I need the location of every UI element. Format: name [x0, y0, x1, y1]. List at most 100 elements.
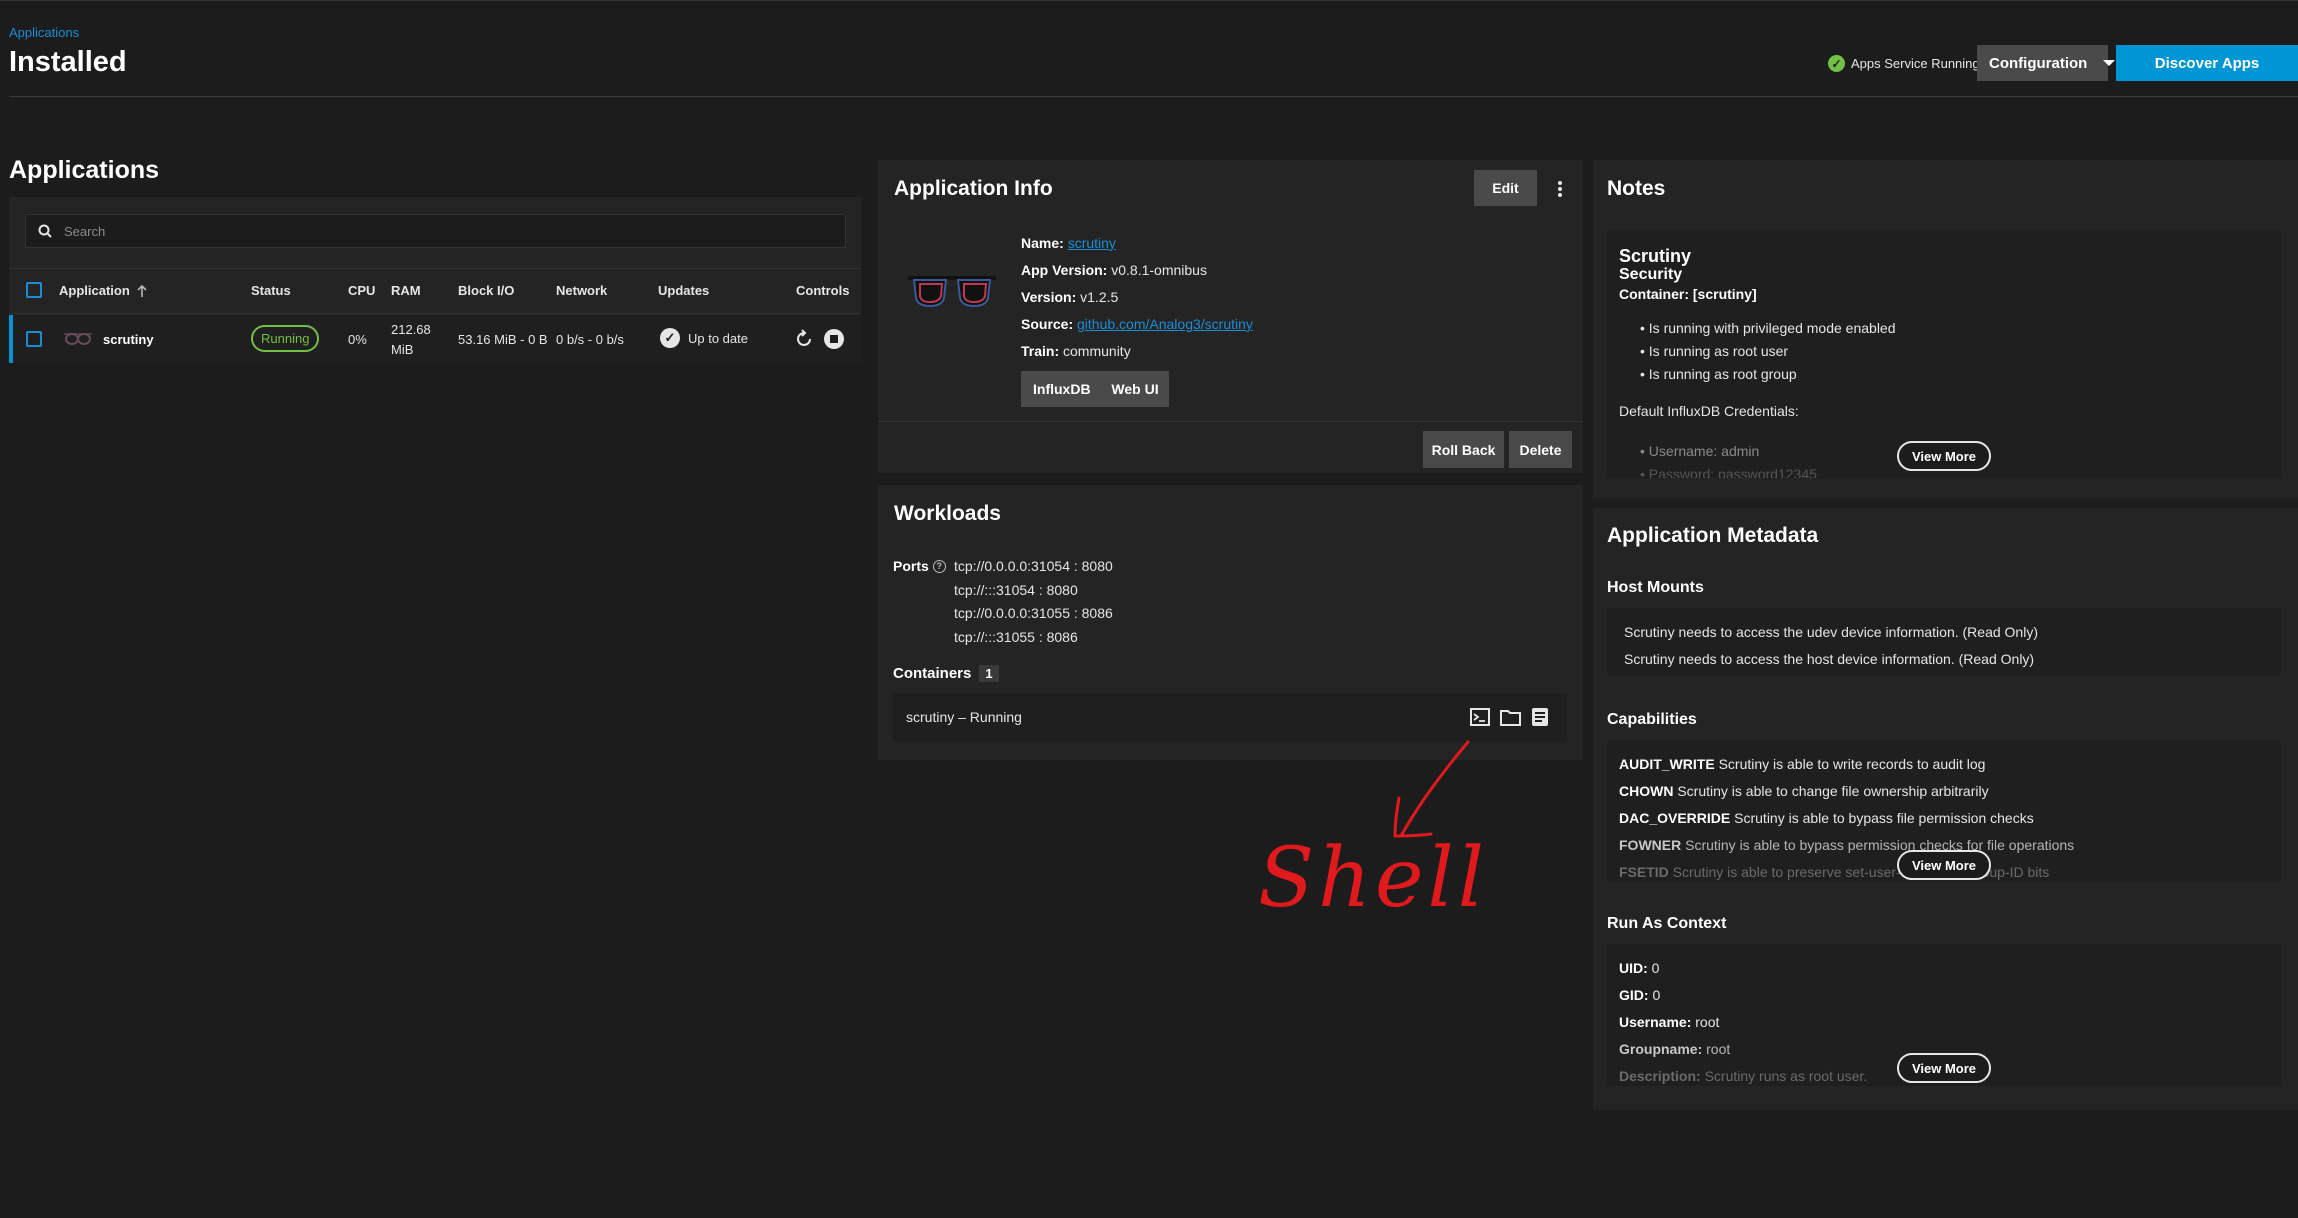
- source-row: Source: github.com/Analog3/scrutiny: [1021, 316, 1253, 332]
- gid-row: GID: 0: [1619, 987, 1661, 1003]
- app-name: scrutiny: [103, 332, 154, 347]
- column-network[interactable]: Network: [556, 283, 607, 298]
- page-title: Installed: [9, 46, 127, 78]
- capability-item: AUDIT_WRITE Scrutiny is able to write re…: [1619, 756, 1986, 772]
- name-link[interactable]: scrutiny: [1068, 235, 1116, 251]
- capabilities-title: Capabilities: [1607, 711, 1697, 728]
- webui-portal-button[interactable]: Web UI: [1101, 371, 1169, 407]
- column-cpu[interactable]: CPU: [348, 283, 375, 298]
- container-name-status: scrutiny – Running: [906, 709, 1022, 725]
- column-status[interactable]: Status: [251, 283, 291, 298]
- port-entry: tcp://0.0.0.0:31055 : 8086: [954, 605, 1113, 621]
- search-input[interactable]: Search: [25, 214, 846, 248]
- search-placeholder: Search: [64, 223, 106, 239]
- groupname-row: Groupname: root: [1619, 1041, 1731, 1057]
- train-value: community: [1063, 343, 1131, 359]
- card-divider: [878, 421, 1583, 422]
- search-icon: [38, 224, 52, 238]
- block-io-value: 53.16 MiB - 0 B: [458, 332, 548, 347]
- port-entry: tcp://:::31054 : 8080: [954, 582, 1078, 598]
- updates-label: Up to date: [688, 330, 748, 346]
- capability-item: DAC_OVERRIDE Scrutiny is able to bypass …: [1619, 810, 2034, 826]
- more-vert-icon[interactable]: [1552, 178, 1568, 200]
- edit-button[interactable]: Edit: [1474, 170, 1537, 206]
- stop-icon[interactable]: [823, 328, 845, 350]
- containers-label: Containers: [893, 665, 972, 682]
- description-row: Description: Scrutiny runs as root user.: [1619, 1068, 1868, 1084]
- restart-icon[interactable]: [793, 328, 815, 350]
- shell-icon[interactable]: [1470, 708, 1490, 726]
- host-mount-item: Scrutiny needs to access the udev device…: [1624, 624, 2038, 640]
- host-mounts-title: Host Mounts: [1607, 579, 1704, 596]
- check-circle-icon: ✓: [660, 328, 680, 348]
- folder-icon[interactable]: [1500, 708, 1521, 726]
- ram-unit: MiB: [391, 342, 414, 357]
- service-status: ✓ Apps Service Running: [1828, 55, 1980, 72]
- configuration-label: Configuration: [1989, 54, 2088, 72]
- ports-label: Ports: [893, 558, 929, 574]
- host-mount-item: Scrutiny needs to access the host device…: [1624, 651, 2035, 667]
- column-controls: Controls: [796, 283, 850, 298]
- notes-security-heading: Security: [1619, 266, 1683, 283]
- version-row: Version: v1.2.5: [1021, 289, 1118, 305]
- column-application-label: Application: [59, 283, 130, 298]
- source-link[interactable]: github.com/Analog3/scrutiny: [1077, 316, 1253, 332]
- port-entry: tcp://0.0.0.0:31054 : 8080: [954, 558, 1113, 574]
- run-as-view-more-button[interactable]: View More: [1897, 1053, 1991, 1083]
- status-badge: Running: [251, 325, 320, 352]
- notes-title: Notes: [1607, 177, 1666, 200]
- header-divider: [9, 96, 2298, 97]
- notes-bullet: • Is running with privileged mode enable…: [1640, 320, 1896, 336]
- ports-heading: Ports ?: [893, 558, 946, 574]
- discover-apps-button[interactable]: Discover Apps: [2116, 45, 2298, 81]
- run-as-title: Run As Context: [1607, 915, 1727, 932]
- select-all-checkbox[interactable]: [26, 282, 42, 298]
- app-logo-icon: [64, 333, 92, 345]
- breadcrumb[interactable]: Applications: [9, 25, 79, 40]
- column-block-io[interactable]: Block I/O: [458, 283, 514, 298]
- notes-bullet: • Is running as root user: [1640, 343, 1789, 359]
- influxdb-portal-button[interactable]: InfluxDB: [1021, 381, 1103, 397]
- app-version-value: v0.8.1-omnibus: [1111, 262, 1207, 278]
- column-ram[interactable]: RAM: [391, 283, 421, 298]
- help-icon[interactable]: ?: [932, 559, 946, 573]
- column-updates[interactable]: Updates: [658, 283, 709, 298]
- notes-container-line: Container: [scrutiny]: [1619, 286, 1757, 302]
- check-circle-icon: ✓: [1828, 55, 1845, 72]
- app-version-row: App Version: v0.8.1-omnibus: [1021, 262, 1207, 278]
- column-application[interactable]: Application: [59, 283, 148, 298]
- network-value: 0 b/s - 0 b/s: [556, 332, 624, 347]
- username-row: Username: root: [1619, 1014, 1720, 1030]
- capability-item: CHOWN Scrutiny is able to change file ow…: [1619, 783, 1989, 799]
- workloads-title: Workloads: [894, 502, 1001, 525]
- notes-cred-user: • Username: admin: [1640, 443, 1760, 459]
- capability-item: FOWNER Scrutiny is able to bypass permis…: [1619, 837, 2075, 853]
- sort-arrow-up-icon: [137, 284, 147, 297]
- top-border: [0, 0, 2298, 1]
- containers-count-badge: 1: [979, 665, 999, 682]
- app-version-label: App Version:: [1021, 262, 1108, 278]
- delete-button[interactable]: Delete: [1509, 431, 1572, 468]
- version-value: v1.2.5: [1080, 289, 1119, 305]
- applications-title: Applications: [9, 156, 160, 184]
- row-checkbox[interactable]: [26, 331, 42, 347]
- service-status-label: Apps Service Running: [1851, 56, 1980, 71]
- notes-app-name: Scrutiny: [1619, 246, 1692, 266]
- chevron-down-icon: [2103, 60, 2116, 66]
- capabilities-view-more-button[interactable]: View More: [1897, 850, 1991, 880]
- logs-icon[interactable]: [1531, 707, 1549, 727]
- cpu-value: 0%: [348, 332, 367, 347]
- name-label: Name:: [1021, 235, 1064, 251]
- configuration-button[interactable]: Configuration: [1977, 45, 2116, 81]
- train-row: Train: community: [1021, 343, 1131, 359]
- port-entry: tcp://:::31055 : 8086: [954, 629, 1078, 645]
- metadata-title: Application Metadata: [1607, 524, 1819, 547]
- notes-view-more-button[interactable]: View More: [1897, 441, 1991, 471]
- roll-back-button[interactable]: Roll Back: [1423, 431, 1504, 468]
- glasses-logo-icon: [908, 276, 996, 308]
- application-info-title: Application Info: [894, 177, 1053, 200]
- notes-cred-pass: • Password: password12345: [1640, 466, 1817, 478]
- notes-creds-heading: Default InfluxDB Credentials:: [1619, 403, 1799, 419]
- table-divider: [9, 313, 861, 314]
- ram-value: 212.68: [391, 322, 431, 337]
